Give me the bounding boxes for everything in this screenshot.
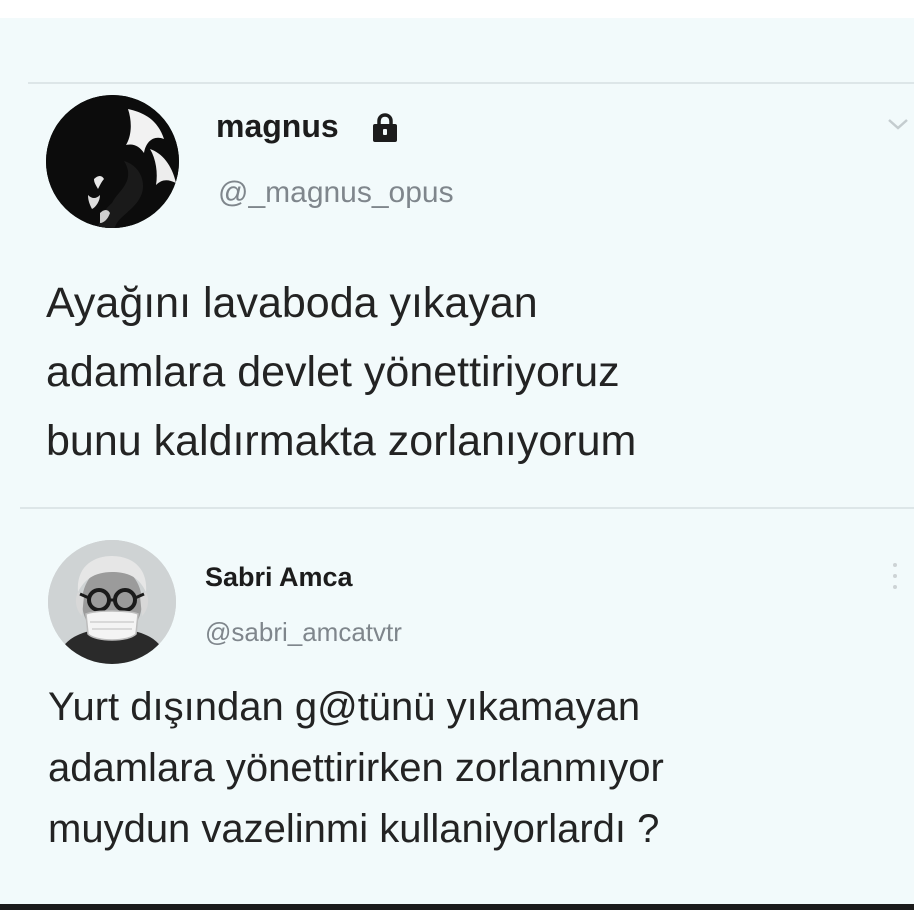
lock-icon (373, 113, 397, 142)
avatar-silhouette-image (46, 95, 179, 228)
tweet-text-line: adamlara devlet yönettiriyoruz (46, 348, 620, 396)
avatar-portrait-image (48, 540, 176, 664)
username-handle[interactable]: @_magnus_opus (218, 176, 454, 210)
tweet-text-line: Ayağını lavaboda yıkayan (46, 279, 538, 327)
avatar[interactable] (48, 540, 176, 664)
tweet-text: Yurt dışından g@tünü yıkamayan adamlara … (48, 677, 664, 860)
divider (28, 82, 914, 84)
avatar[interactable] (46, 95, 179, 228)
bottom-edge-bar (0, 904, 914, 910)
divider (20, 507, 914, 509)
tweet-text-line: muydun vazelinmi kullaniyorlardı ? (48, 807, 660, 851)
username-handle[interactable]: @sabri_amcatvtr (205, 617, 402, 648)
top-strip (0, 0, 914, 18)
display-name[interactable]: magnus (216, 108, 339, 145)
tweet-text-line: adamlara yönettirirken zorlanmıyor (48, 746, 664, 790)
more-vertical-icon[interactable] (890, 560, 900, 592)
display-name[interactable]: Sabri Amca (205, 562, 353, 593)
tweet-text-line: Yurt dışından g@tünü yıkamayan (48, 685, 641, 729)
chevron-down-icon[interactable] (886, 116, 910, 132)
tweet-text-line: bunu kaldırmakta zorlanıyorum (46, 417, 637, 465)
tweet-text: Ayağını lavaboda yıkayan adamlara devlet… (46, 269, 636, 476)
